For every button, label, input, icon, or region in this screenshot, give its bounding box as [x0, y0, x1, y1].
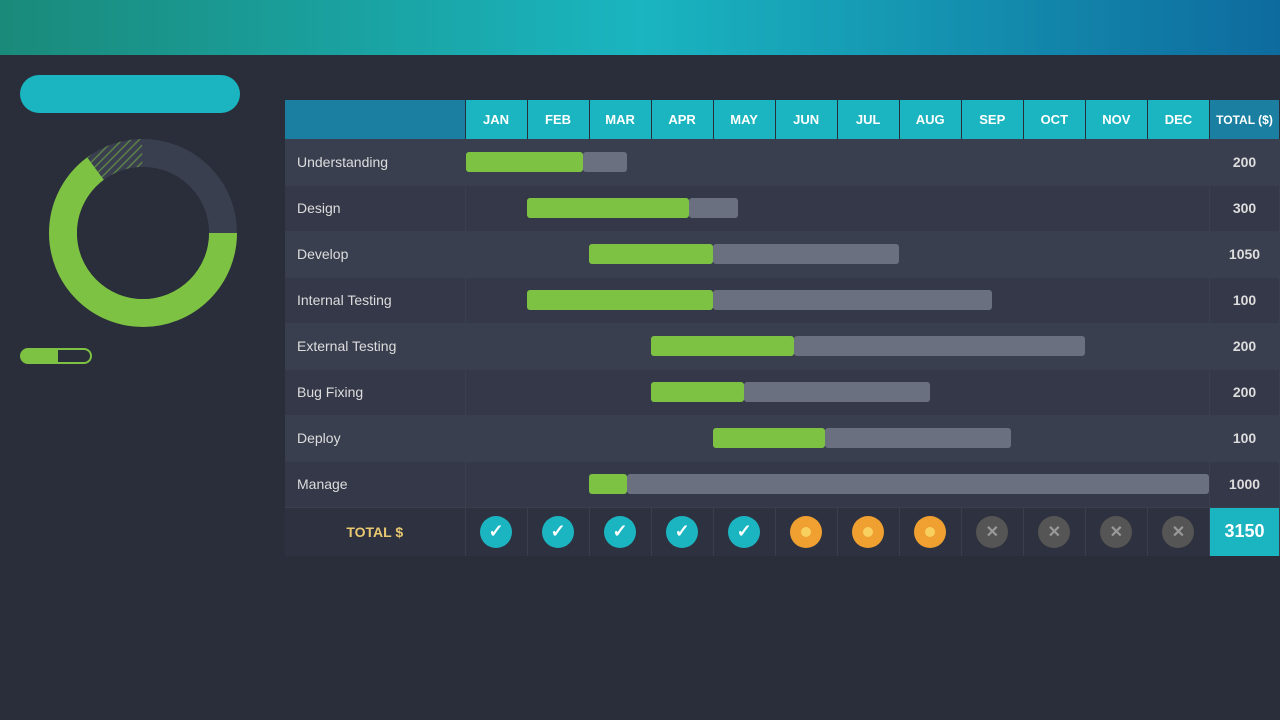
gantt-bar-cell	[465, 415, 1210, 461]
gantt-bar-cell	[465, 461, 1210, 507]
legend	[20, 348, 265, 364]
task-row: Design 300	[285, 185, 1280, 231]
month-aug: AUG	[899, 100, 961, 139]
legend-completed	[20, 348, 56, 364]
bar-green	[713, 428, 825, 448]
legend-pending	[56, 348, 92, 364]
task-total: 100	[1210, 415, 1280, 461]
month-may: MAY	[713, 100, 775, 139]
gantt-bar-cell	[465, 185, 1210, 231]
month-nov: NOV	[1085, 100, 1147, 139]
status-cell: ✓	[465, 507, 527, 556]
gantt-table: JAN FEB MAR APR MAY JUN JUL AUG SEP OCT …	[285, 100, 1280, 556]
status-cell: ✓	[651, 507, 713, 556]
task-label: Internal Testing	[285, 277, 465, 323]
status-cell	[837, 507, 899, 556]
month-jun: JUN	[775, 100, 837, 139]
bar-gray	[689, 198, 739, 218]
total-row: TOTAL $ ✓ ✓ ✓ ✓ ✓ ✕ ✕ ✕ ✕ 3150	[285, 507, 1280, 556]
status-cell: ✓	[713, 507, 775, 556]
month-feb: FEB	[527, 100, 589, 139]
task-row: Internal Testing 100	[285, 277, 1280, 323]
chart-area: JAN FEB MAR APR MAY JUN JUL AUG SEP OCT …	[285, 100, 1280, 665]
status-cell: ✓	[527, 507, 589, 556]
donut-chart	[43, 133, 243, 333]
task-total: 200	[1210, 139, 1280, 185]
bar-gray	[713, 244, 899, 264]
grand-total: 3150	[1210, 507, 1280, 556]
gantt-bar-cell	[465, 323, 1210, 369]
bar-green	[651, 382, 744, 402]
bar-gray	[583, 152, 626, 172]
gantt-bar-cell	[465, 369, 1210, 415]
status-icon-check: ✓	[728, 516, 760, 548]
task-label: Deploy	[285, 415, 465, 461]
task-total: 300	[1210, 185, 1280, 231]
year-header	[285, 100, 465, 139]
status-cell	[775, 507, 837, 556]
bar-gray	[744, 382, 930, 402]
month-apr: APR	[651, 100, 713, 139]
task-label: Manage	[285, 461, 465, 507]
task-row: Deploy 100	[285, 415, 1280, 461]
bar-green	[466, 152, 584, 172]
bar-green	[527, 198, 688, 218]
bar-green	[651, 336, 794, 356]
month-dec: DEC	[1147, 100, 1209, 139]
status-cell: ✓	[589, 507, 651, 556]
task-label: External Testing	[285, 323, 465, 369]
task-total: 1050	[1210, 231, 1280, 277]
status-cell: ✕	[961, 507, 1023, 556]
task-label: Develop	[285, 231, 465, 277]
bar-gray	[713, 290, 992, 310]
task-total: 100	[1210, 277, 1280, 323]
status-icon-pending	[852, 516, 884, 548]
status-icon-x: ✕	[1038, 516, 1070, 548]
total-header: TOTAL ($)	[1210, 100, 1280, 139]
month-mar: MAR	[589, 100, 651, 139]
gantt-bar-cell	[465, 139, 1210, 185]
task-total: 200	[1210, 369, 1280, 415]
task-total: 1000	[1210, 461, 1280, 507]
bar-gray	[825, 428, 1011, 448]
status-icon-pending	[790, 516, 822, 548]
task-row: Develop 1050	[285, 231, 1280, 277]
status-icon-x: ✕	[1162, 516, 1194, 548]
status-icon-pending	[914, 516, 946, 548]
task-row: External Testing 200	[285, 323, 1280, 369]
task-row: Bug Fixing 200	[285, 369, 1280, 415]
task-label: Design	[285, 185, 465, 231]
title-bar	[20, 75, 240, 113]
month-oct: OCT	[1023, 100, 1085, 139]
status-cell: ✕	[1023, 507, 1085, 556]
bar-green	[589, 244, 713, 264]
task-label: Understanding	[285, 139, 465, 185]
status-icon-check: ✓	[480, 516, 512, 548]
status-icon-x: ✕	[1100, 516, 1132, 548]
total-label: TOTAL $	[285, 507, 465, 556]
top-bar	[0, 0, 1280, 55]
status-cell	[899, 507, 961, 556]
status-icon-x: ✕	[976, 516, 1008, 548]
task-row: Understanding 200	[285, 139, 1280, 185]
task-label: Bug Fixing	[285, 369, 465, 415]
bar-gray	[627, 474, 1209, 494]
gantt-bar-cell	[465, 231, 1210, 277]
month-sep: SEP	[961, 100, 1023, 139]
header-row: JAN FEB MAR APR MAY JUN JUL AUG SEP OCT …	[285, 100, 1280, 139]
left-panel	[0, 55, 285, 720]
bar-gray	[794, 336, 1085, 356]
status-cell: ✕	[1085, 507, 1147, 556]
gantt-bar-cell	[465, 277, 1210, 323]
month-jul: JUL	[837, 100, 899, 139]
bar-green	[589, 474, 626, 494]
task-row: Manage 1000	[285, 461, 1280, 507]
status-icon-check: ✓	[542, 516, 574, 548]
bar-green	[527, 290, 713, 310]
status-icon-check: ✓	[604, 516, 636, 548]
status-icon-check: ✓	[666, 516, 698, 548]
month-jan: JAN	[465, 100, 527, 139]
task-total: 200	[1210, 323, 1280, 369]
status-cell: ✕	[1147, 507, 1209, 556]
